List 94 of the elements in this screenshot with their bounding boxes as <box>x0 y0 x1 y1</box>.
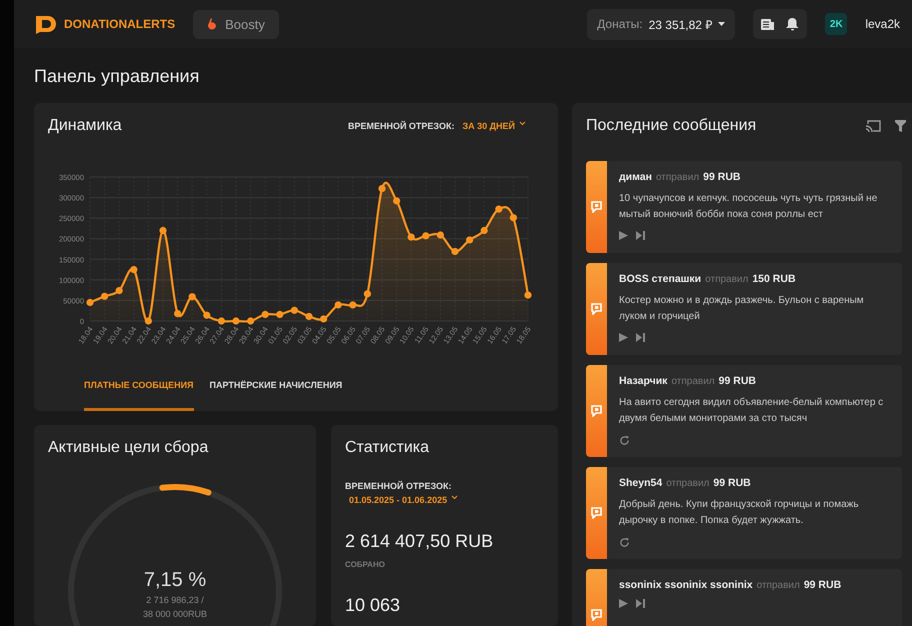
data-point <box>174 310 182 318</box>
donation-icon <box>591 201 602 213</box>
messages-count: 10 063 <box>345 595 400 616</box>
collected-amount: 2 614 407,50 RUB <box>345 531 494 552</box>
cast-icon[interactable] <box>865 120 881 132</box>
card-title: Статистика <box>345 439 430 457</box>
card-title: Динамика <box>48 117 122 135</box>
caret-icon <box>451 495 458 500</box>
goal-target: 38 000 000RUB <box>142 610 208 620</box>
donation-amount: 150 RUB <box>752 273 796 285</box>
sent-label: отправил <box>705 274 748 285</box>
data-point <box>393 197 400 204</box>
donation-amount: 99 RUB <box>703 171 740 183</box>
data-point <box>188 293 196 300</box>
data-point <box>159 226 167 234</box>
data-point <box>451 248 459 256</box>
data-point <box>203 312 210 319</box>
username[interactable]: leva2k <box>865 17 900 31</box>
data-point <box>116 286 123 294</box>
donation-icon <box>591 507 602 519</box>
message-text: Костер можно и в дождь разжечь. Бульон с вареным луком и горчицей <box>619 294 865 324</box>
data-point <box>305 312 313 320</box>
data-point <box>510 214 517 222</box>
sender-name: Назарчик <box>619 375 668 387</box>
card-title: Активные цели сбора <box>48 439 208 457</box>
news-icon[interactable] <box>761 18 774 30</box>
goal-amount: 2 716 986,23 / <box>146 596 204 606</box>
skip-icon[interactable] <box>636 599 645 608</box>
refresh-icon[interactable] <box>619 435 630 446</box>
data-point <box>218 317 225 325</box>
chart-tab[interactable]: ПЛАТНЫЕ СООБЩЕНИЯ <box>84 374 194 411</box>
period-label: ВРЕМЕННОЙ ОТРЕЗОК: <box>348 121 454 131</box>
play-icon[interactable] <box>619 333 628 342</box>
play-icon[interactable] <box>619 231 628 240</box>
donations-dropdown[interactable]: Донаты: 23 351,82 ₽ <box>587 8 736 40</box>
play-icon[interactable] <box>619 599 628 608</box>
boosty-button[interactable]: Boosty <box>193 10 279 38</box>
data-point <box>408 233 415 241</box>
donation-amount: 99 RUB <box>713 477 751 489</box>
period-dropdown[interactable]: ЗА 30 ДНЕЙ <box>462 121 526 131</box>
data-point <box>320 315 328 323</box>
donation-amount: 99 RUB <box>804 579 842 591</box>
sender-name: ssoninix ssoninix ssoninix <box>619 579 753 591</box>
goal-percent: 7,15 % <box>144 569 206 592</box>
caret-icon <box>718 22 726 26</box>
filter-icon[interactable] <box>895 120 906 132</box>
data-point <box>349 301 356 309</box>
data-point <box>480 226 488 234</box>
data-point <box>436 231 444 239</box>
data-point <box>334 301 342 309</box>
data-point <box>364 290 371 298</box>
data-point <box>276 310 284 318</box>
data-point <box>290 306 298 314</box>
period-dropdown[interactable]: 01.05.2025 - 01.06.2025 <box>349 495 458 505</box>
data-point <box>495 206 502 213</box>
chart-tab[interactable]: ПАРТНЁРСКИЕ НАЧИСЛЕНИЯ <box>210 374 342 411</box>
bell-icon[interactable] <box>786 17 800 31</box>
skip-icon[interactable] <box>636 333 645 342</box>
sent-label: отправил <box>671 376 715 387</box>
donation-amount: 99 RUB <box>718 375 756 387</box>
caret-icon <box>519 121 526 126</box>
sender-name: Sheyn54 <box>619 477 662 489</box>
logo-icon <box>34 14 58 34</box>
data-point <box>378 184 386 192</box>
data-point <box>466 236 474 244</box>
skip-icon[interactable] <box>636 231 645 240</box>
message-text: На авито сегодня видил объявление-белый компьютер с двумя белыми мониторами за сто тысяч <box>619 396 884 426</box>
sent-label: отправил <box>756 580 800 591</box>
data-point <box>101 292 108 300</box>
page-title: Панель управления <box>33 65 200 88</box>
data-point <box>422 232 430 240</box>
donation-icon <box>591 405 602 417</box>
data-point <box>130 266 138 274</box>
sender-name: диман <box>619 171 652 183</box>
sent-label: отправил <box>666 478 710 489</box>
boosty-logo-icon <box>207 18 218 30</box>
period-label: ВРЕМЕННОЙ ОТРЕЗОК: <box>345 481 452 491</box>
data-point <box>86 298 94 306</box>
sender-name: BOSS степашки <box>619 273 702 285</box>
user-avatar[interactable]: 2K <box>825 13 848 35</box>
message-text: Добрый день. Купи французской горчицы и помажь дырочку в попке. Попка будет жужжать. <box>619 498 860 528</box>
donation-icon <box>591 303 602 315</box>
donation-icon <box>591 609 602 621</box>
collected-label: СОБРАНО <box>345 560 385 569</box>
data-point <box>144 317 152 325</box>
refresh-icon[interactable] <box>619 537 630 548</box>
message-text: 10 чупачупсов и кепчук. пососешь чуть чуть грязный не мытый вонючий бобби пока соня роллы ест <box>619 192 878 222</box>
data-point <box>262 310 269 318</box>
sent-label: отправил <box>656 172 700 183</box>
logo-text: DONATIONALERTS <box>64 17 176 31</box>
data-point <box>247 317 254 325</box>
data-point <box>524 291 532 299</box>
card-title: Последние сообщения <box>586 117 756 135</box>
data-point <box>232 317 240 325</box>
